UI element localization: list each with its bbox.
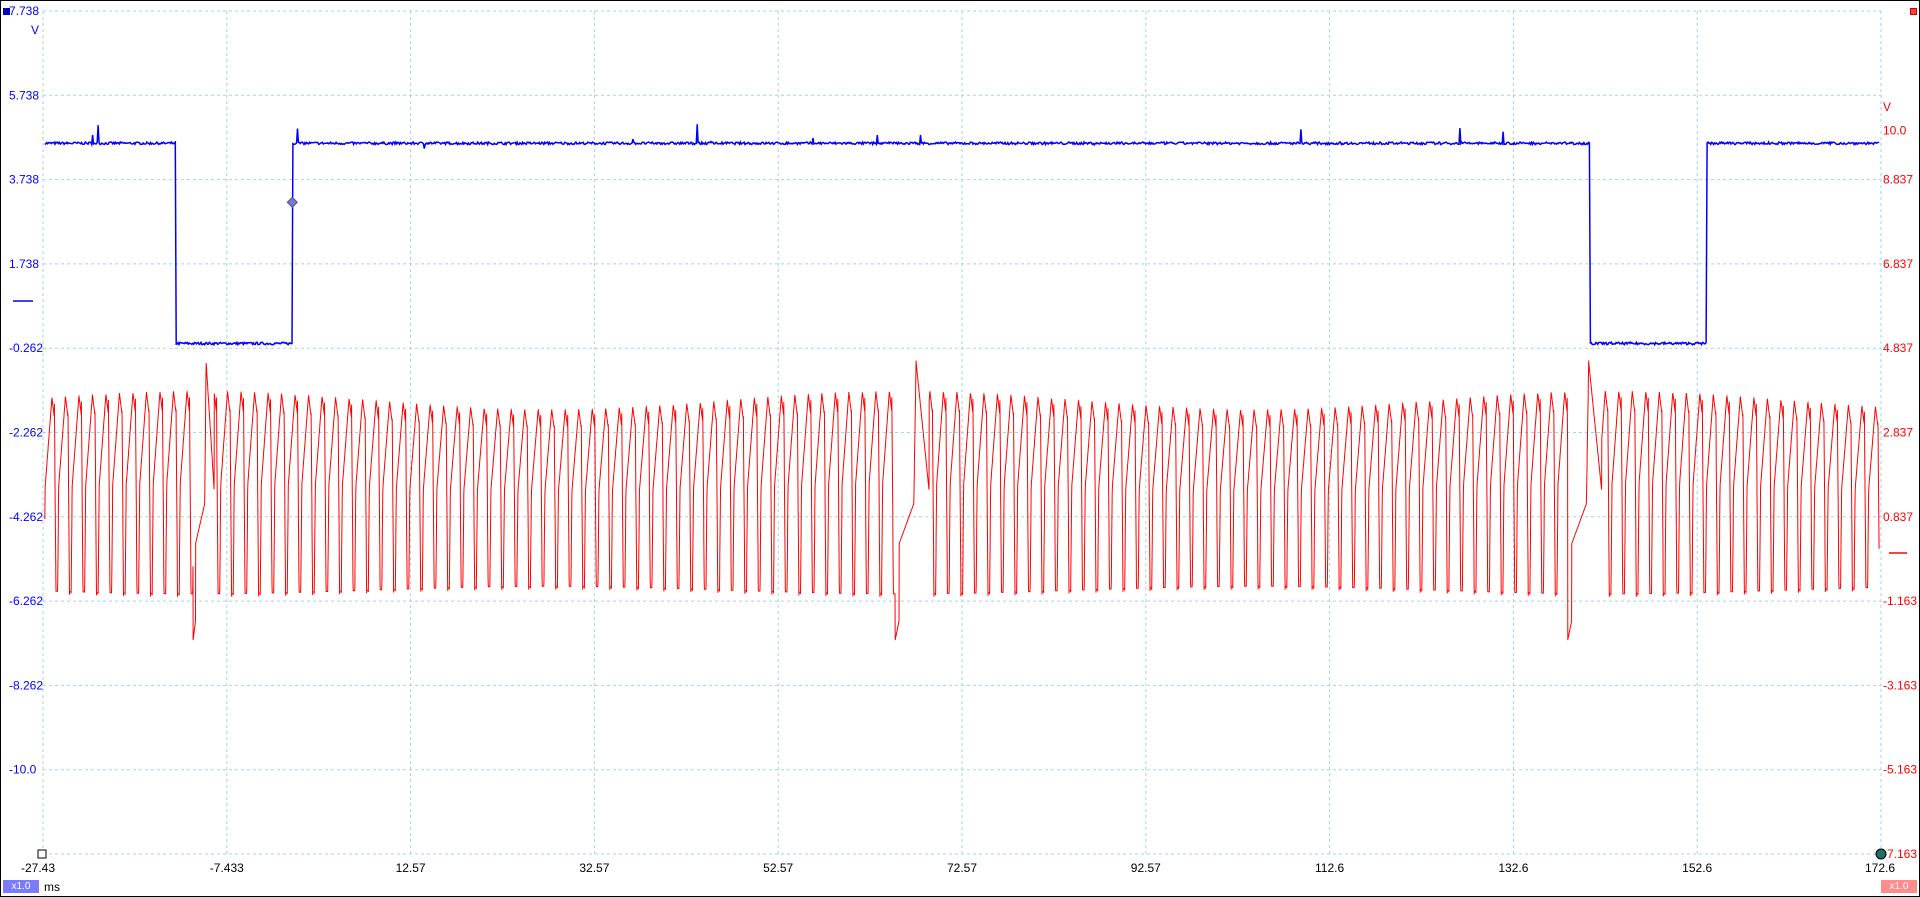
x-tick-label: 52.57	[763, 861, 793, 875]
left-tick-label: 7.738	[9, 4, 39, 18]
right-tick-label: 6.837	[1883, 257, 1913, 271]
right-tick-label: 4.837	[1883, 341, 1913, 355]
right-axis-unit: V	[1883, 100, 1891, 114]
left-tick-label: -0.262	[9, 341, 43, 355]
left-tick-label: 5.738	[9, 88, 39, 102]
channel-b-scale-badge[interactable]: x1.0	[1881, 880, 1917, 893]
left-tick-label: 3.738	[9, 173, 39, 187]
x-tick-label: 172.6	[1865, 861, 1895, 875]
right-tick-label: 10.0	[1883, 124, 1907, 138]
left-tick-label: -4.262	[9, 510, 43, 524]
x-tick-label: 72.57	[947, 861, 977, 875]
x-axis-unit: ms	[44, 880, 60, 894]
x-tick-label: 152.6	[1682, 861, 1712, 875]
trigger-marker[interactable]	[286, 196, 298, 208]
right-tick-label: 0.837	[1883, 510, 1913, 524]
left-axis-unit: V	[31, 23, 39, 37]
grid-lines	[42, 10, 1882, 855]
x-tick-label: 112.6	[1315, 861, 1344, 875]
left-tick-label: 1.738	[9, 257, 39, 271]
right-tick-label: -7.163	[1883, 847, 1917, 861]
x-axis-ticks: -27.43 -7.433 12.57 32.57 52.57 72.57 92.57 112…	[21, 861, 1895, 875]
left-tick-label: -6.262	[9, 594, 43, 608]
x-tick-label: 12.57	[396, 861, 426, 875]
left-tick-label: -2.262	[9, 426, 43, 440]
ruler-handle-left[interactable]	[37, 849, 47, 859]
right-tick-label: -1.163	[1883, 594, 1917, 608]
waveforms	[44, 124, 1880, 641]
right-tick-label: -3.163	[1883, 678, 1917, 692]
x-tick-label: -7.433	[210, 861, 244, 875]
x-tick-label: 92.57	[1131, 861, 1161, 875]
right-axis-ticks: 10.0 8.837 6.837 4.837 2.837 0.837 -1.163 -3.16…	[1883, 100, 1917, 861]
left-tick-label: -8.262	[9, 678, 43, 692]
left-tick-label: -10.0	[9, 763, 37, 777]
right-tick-label: 8.837	[1883, 173, 1913, 187]
ruler-handle-right[interactable]	[1875, 848, 1887, 860]
right-tick-label: 2.837	[1883, 426, 1913, 440]
oscilloscope-display: 7.738 5.738 3.738 1.738 -0.262 -2.262 -4.262 -6…	[0, 0, 1920, 897]
x-tick-label: 32.57	[579, 861, 609, 875]
x-tick-label: -27.43	[21, 861, 55, 875]
channel-a-scale-badge[interactable]: x1.0	[3, 880, 39, 893]
left-axis-ticks: 7.738 5.738 3.738 1.738 -0.262 -2.262 -4.262 -6…	[9, 4, 43, 777]
plot-area[interactable]: 7.738 5.738 3.738 1.738 -0.262 -2.262 -4.262 -6…	[1, 1, 1919, 896]
x-tick-label: 132.6	[1498, 861, 1528, 875]
right-tick-label: -5.163	[1883, 763, 1917, 777]
